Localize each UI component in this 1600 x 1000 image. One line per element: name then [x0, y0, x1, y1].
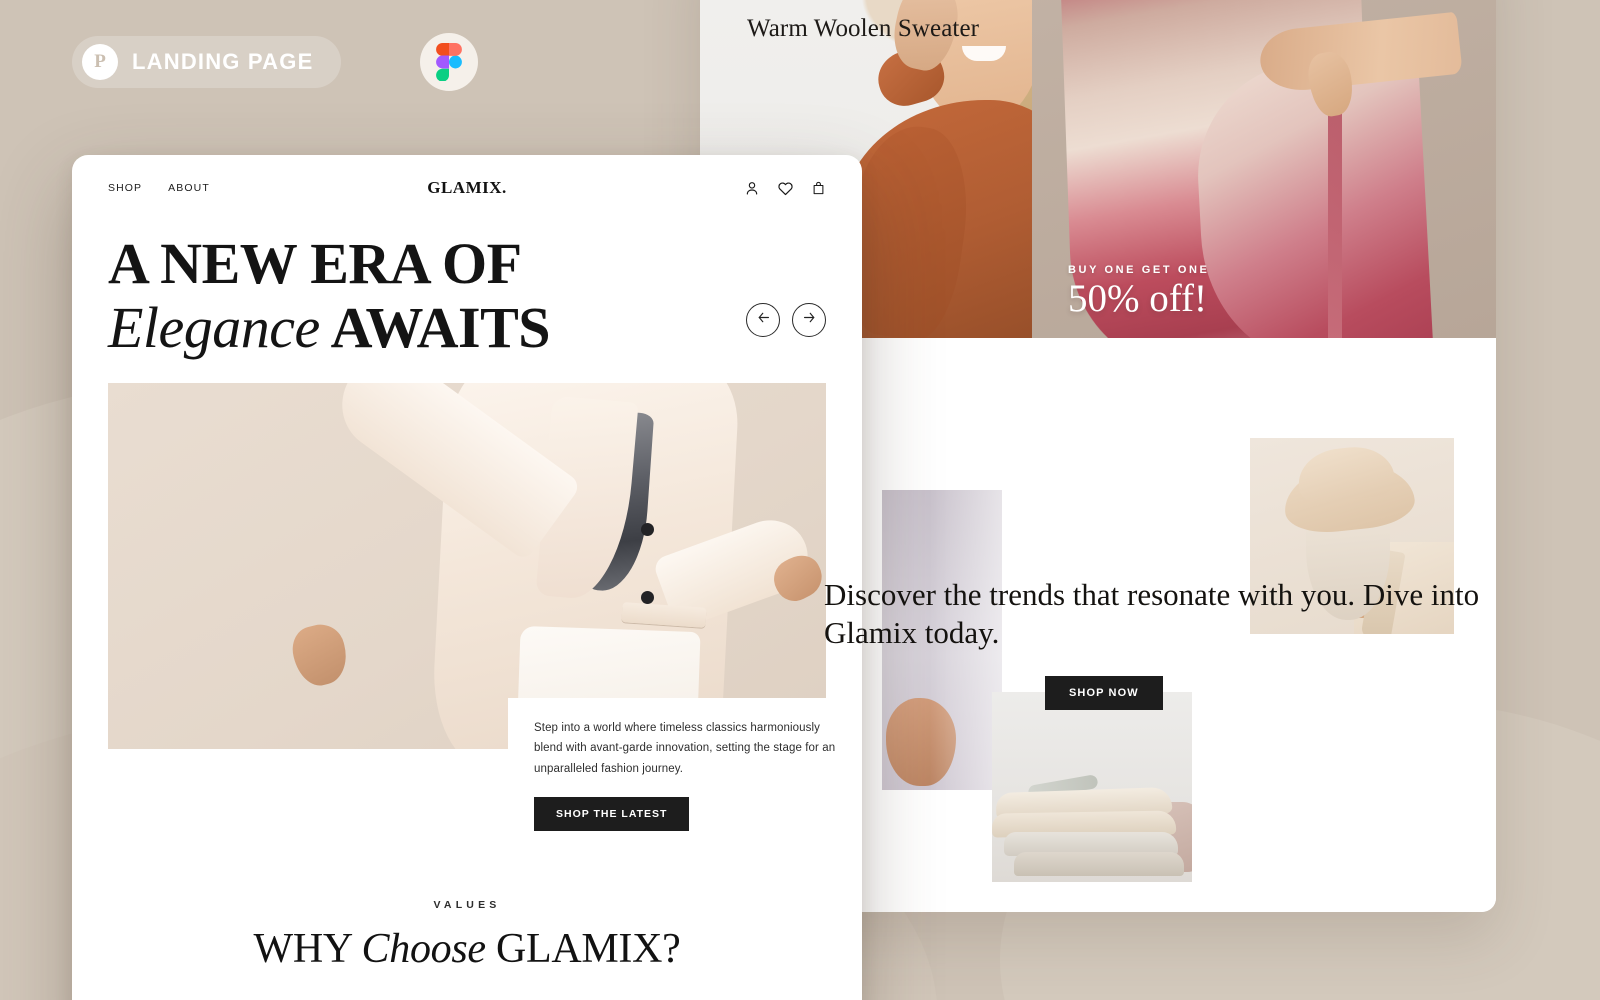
values-section: VALUES WHY Choose GLAMIX? 01 Trendsettin…: [72, 899, 862, 1000]
screenshot-canvas: Warm Woolen Sweater Elegant Scarf Series…: [0, 0, 1600, 1000]
figma-icon[interactable]: [420, 33, 478, 91]
back-page-tagline: Discover the trends that resonate with y…: [824, 577, 1480, 651]
nav-icon-group: [744, 180, 826, 197]
arrow-left-icon: [755, 309, 772, 331]
landing-page-badge: P LANDING PAGE: [72, 36, 342, 88]
hero-blazer-image: [108, 383, 826, 749]
site-navbar: SHOP ABOUT GLAMIX.: [72, 155, 862, 221]
folded-textile-4: [1014, 852, 1184, 876]
values-title-post: GLAMIX?: [485, 926, 681, 972]
hero-title-line1: A NEW ERA OF: [108, 231, 522, 296]
carousel-next-button[interactable]: [792, 303, 826, 337]
values-kicker: VALUES: [433, 899, 501, 911]
shop-the-latest-button[interactable]: SHOP THE LATEST: [534, 797, 690, 831]
user-icon[interactable]: [744, 180, 760, 196]
figma-glyph: [436, 43, 462, 81]
hat-crown-shape: [1295, 443, 1397, 505]
promo-kicker: BUY ONE GET ONE: [1068, 264, 1210, 276]
promo-headline: 50% off!: [1068, 277, 1207, 320]
product-card-elegant-scarf[interactable]: Elegant Scarf Series BUY ONE GET ONE 50%…: [1032, 0, 1496, 338]
hero-title: A NEW ERA OF Elegance AWAITS: [108, 235, 826, 357]
values-title: WHY Choose GLAMIX?: [72, 925, 862, 973]
hero-title-line2-rest: AWAITS: [319, 295, 551, 360]
scarf-promo: BUY ONE GET ONE 50% off!: [1068, 264, 1209, 318]
heart-icon[interactable]: [777, 180, 794, 197]
hero-carousel-controls: [746, 303, 826, 337]
hero-heading-block: A NEW ERA OF Elegance AWAITS: [72, 221, 862, 357]
hero-copy-panel: Step into a world where timeless classic…: [508, 697, 838, 831]
badge-mark-icon: P: [82, 44, 118, 80]
blazer-button-bottom: [641, 591, 654, 604]
bag-icon[interactable]: [811, 180, 826, 196]
carousel-prev-button[interactable]: [746, 303, 780, 337]
hero-body-text: Step into a world where timeless classic…: [534, 721, 836, 775]
folded-textiles-image: [992, 692, 1192, 882]
values-title-pre: WHY: [253, 926, 362, 972]
blazer-button-top: [641, 523, 654, 536]
hero-title-line2: Elegance AWAITS: [108, 299, 826, 357]
shop-now-button[interactable]: SHOP NOW: [1045, 676, 1163, 710]
left-hand-shape: [287, 619, 353, 691]
nav-link-shop[interactable]: SHOP: [108, 182, 142, 194]
sweater-card-title: Warm Woolen Sweater: [747, 15, 980, 42]
brand-logo[interactable]: GLAMIX.: [427, 178, 507, 198]
badge-label: LANDING PAGE: [132, 49, 314, 74]
nav-links: SHOP ABOUT: [108, 182, 210, 194]
foreground-landing-page: SHOP ABOUT GLAMIX. A NEW ERA OF Elegance…: [72, 155, 862, 1000]
hero-media-block: Step into a world where timeless classic…: [108, 383, 838, 831]
scarf-edge-shape: [1328, 86, 1342, 338]
nav-link-about[interactable]: ABOUT: [168, 182, 210, 194]
values-title-emphasis: Choose: [361, 926, 487, 972]
arrow-right-icon: [801, 309, 818, 331]
hero-title-emphasis: Elegance: [108, 295, 320, 360]
